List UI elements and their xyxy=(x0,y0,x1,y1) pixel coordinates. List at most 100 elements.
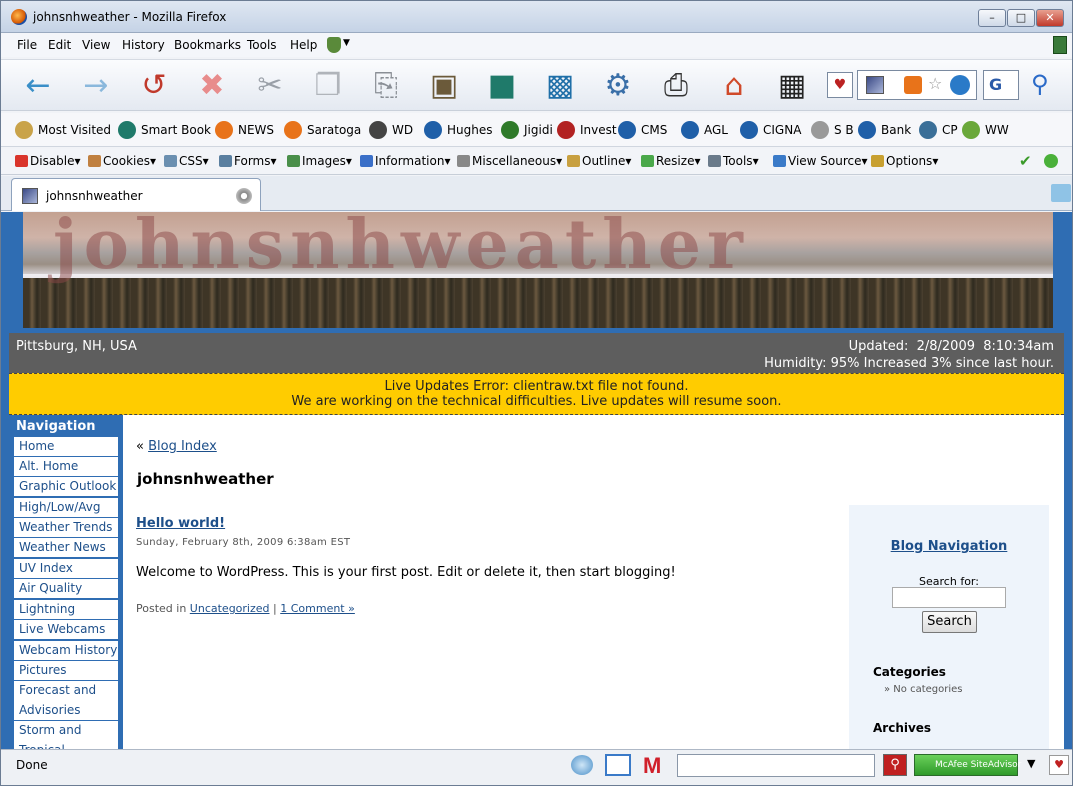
nav-weather-news[interactable]: Weather News xyxy=(14,538,118,558)
window-icon[interactable] xyxy=(605,754,631,776)
reload-button[interactable]: ↺ xyxy=(131,64,177,108)
dev-forms-menu[interactable]: Forms▾ xyxy=(219,154,277,168)
nav-home[interactable]: Home xyxy=(14,437,118,457)
bookmark-saratoga[interactable]: Saratoga xyxy=(284,121,361,139)
new-tab-folder-icon[interactable] xyxy=(1051,184,1071,202)
nav-high-low-avg[interactable]: High/Low/Avg xyxy=(14,498,118,518)
star-icon[interactable]: ☆ xyxy=(928,74,942,93)
close-button[interactable]: ✕ xyxy=(1036,9,1064,27)
copy-button[interactable]: ❐ xyxy=(305,64,351,108)
book-button[interactable]: ■ xyxy=(479,64,525,108)
dev-resize-menu[interactable]: Resize▾ xyxy=(641,154,700,168)
dev-outline-menu[interactable]: Outline▾ xyxy=(567,154,631,168)
post-title-link[interactable]: Hello world! xyxy=(136,516,225,531)
blog-navigation-link[interactable]: Blog Navigation xyxy=(849,539,1049,554)
nav-alt-home[interactable]: Alt. Home xyxy=(14,457,118,477)
back-button[interactable]: ← xyxy=(15,64,61,108)
forward-button[interactable]: → xyxy=(73,64,119,108)
bookmark-most-visited[interactable]: Most Visited xyxy=(15,121,111,139)
dev-cookies-menu[interactable]: Cookies▾ xyxy=(88,154,156,168)
settings-button[interactable]: ▦ xyxy=(769,64,815,108)
nav-uv-index[interactable]: UV Index xyxy=(14,559,118,579)
menu-bookmarks[interactable]: Bookmarks xyxy=(174,38,241,52)
menu-history[interactable]: History xyxy=(122,38,165,52)
bookmark-sb[interactable]: S B xyxy=(811,121,854,139)
nav-pictures[interactable]: Pictures xyxy=(14,661,118,681)
status-search-input[interactable] xyxy=(677,754,875,777)
nav-forecast-line-2[interactable]: Advisories xyxy=(14,701,118,721)
tv-icon[interactable]: ♥ xyxy=(1049,755,1069,775)
save-button[interactable]: ▩ xyxy=(537,64,583,108)
bookmark-smart-book[interactable]: Smart Book xyxy=(118,121,211,139)
valid-status-icon[interactable] xyxy=(1044,154,1058,168)
nav-storm-line-1[interactable]: Storm and xyxy=(14,721,118,741)
bookmark-wd[interactable]: WD xyxy=(369,121,413,139)
paste-button[interactable]: ⎘ xyxy=(363,64,409,108)
nav-graphic-outlook[interactable]: Graphic Outlook xyxy=(14,477,118,497)
menu-tools[interactable]: Tools xyxy=(247,38,277,52)
url-bar[interactable]: ☆ xyxy=(857,70,977,100)
bookmark-bank[interactable]: Bank xyxy=(858,121,911,139)
reload-icon: ↺ xyxy=(141,68,167,103)
search-icon[interactable]: ⚲ xyxy=(1031,70,1049,98)
comments-link[interactable]: 1 Comment » xyxy=(280,602,355,615)
home-icon: ⌂ xyxy=(724,68,744,103)
dev-information-menu[interactable]: Information▾ xyxy=(360,154,451,168)
arrow-left-icon: ← xyxy=(25,68,51,103)
cut-button[interactable]: ✂ xyxy=(247,64,293,108)
home-button[interactable]: ⌂ xyxy=(711,64,757,108)
notepad-icon[interactable] xyxy=(1053,36,1067,54)
search-icon[interactable]: ⚲ xyxy=(883,754,907,776)
bookmark-invest[interactable]: Invest xyxy=(557,121,617,139)
tv-icon[interactable]: ♥ xyxy=(827,72,853,98)
mcafee-m-icon[interactable]: M xyxy=(643,753,661,779)
bookmark-ww[interactable]: WW xyxy=(962,121,1009,139)
bookmark-jigidi[interactable]: Jigidi xyxy=(501,121,553,139)
dev-disable-menu[interactable]: Disable▾ xyxy=(15,154,81,168)
nav-webcam-history[interactable]: Webcam History xyxy=(14,641,118,661)
shield-icon[interactable] xyxy=(327,37,341,53)
dev-options-menu[interactable]: Options▾ xyxy=(871,154,938,168)
rss-icon[interactable] xyxy=(904,76,922,94)
print-button[interactable]: ⎙ xyxy=(653,64,699,108)
select-button[interactable]: ▣ xyxy=(421,64,467,108)
bookmark-cms[interactable]: CMS xyxy=(618,121,667,139)
go-arrow-icon[interactable] xyxy=(950,75,970,95)
menu-file[interactable]: File xyxy=(17,38,37,52)
menu-view[interactable]: View xyxy=(82,38,110,52)
nav-storm-line-2[interactable]: Tropical xyxy=(14,741,118,749)
dev-tools-menu[interactable]: Tools▾ xyxy=(708,154,759,168)
blog-search-input[interactable] xyxy=(892,587,1006,608)
bookmark-agl[interactable]: AGL xyxy=(681,121,728,139)
bookmark-cigna[interactable]: CIGNA xyxy=(740,121,801,139)
tab-johnsnhweather[interactable]: johnsnhweather xyxy=(11,178,261,211)
tab-close-icon[interactable] xyxy=(236,188,252,204)
dev-view-source-menu[interactable]: View Source▾ xyxy=(773,154,868,168)
blog-index-link[interactable]: Blog Index xyxy=(148,439,217,454)
checkmark-icon[interactable]: ✔ xyxy=(1019,152,1032,170)
stop-button[interactable]: ✖ xyxy=(189,64,235,108)
nav-live-webcams[interactable]: Live Webcams xyxy=(14,620,118,640)
minimize-button[interactable]: – xyxy=(978,9,1006,27)
bookmark-news[interactable]: NEWS xyxy=(215,121,274,139)
nav-forecast-line-1[interactable]: Forecast and xyxy=(14,681,118,701)
menu-help[interactable]: Help xyxy=(290,38,317,52)
blog-search-button[interactable]: Search xyxy=(922,611,977,633)
mcafee-siteadvisor-button[interactable]: McAfee SiteAdvisor xyxy=(914,754,1021,776)
menu-edit[interactable]: Edit xyxy=(48,38,71,52)
search-engine-icon[interactable]: G xyxy=(983,70,1019,100)
bookmark-hughes[interactable]: Hughes xyxy=(424,121,493,139)
folder-settings-button[interactable]: ⚙ xyxy=(595,64,641,108)
maximize-button[interactable]: □ xyxy=(1007,9,1035,27)
dev-miscellaneous-menu[interactable]: Miscellaneous▾ xyxy=(457,154,562,168)
chevron-down-icon[interactable]: ▼ xyxy=(1027,757,1035,770)
nav-weather-trends[interactable]: Weather Trends xyxy=(14,518,118,538)
speech-bubble-icon[interactable] xyxy=(571,755,593,775)
bookmark-cp[interactable]: CP xyxy=(919,121,958,139)
chevron-down-icon[interactable]: ▼ xyxy=(343,38,350,48)
category-link[interactable]: Uncategorized xyxy=(190,602,270,615)
nav-lightning[interactable]: Lightning xyxy=(14,600,118,620)
dev-images-menu[interactable]: Images▾ xyxy=(287,154,352,168)
dev-css-menu[interactable]: CSS▾ xyxy=(164,154,209,168)
nav-air-quality[interactable]: Air Quality xyxy=(14,579,118,599)
